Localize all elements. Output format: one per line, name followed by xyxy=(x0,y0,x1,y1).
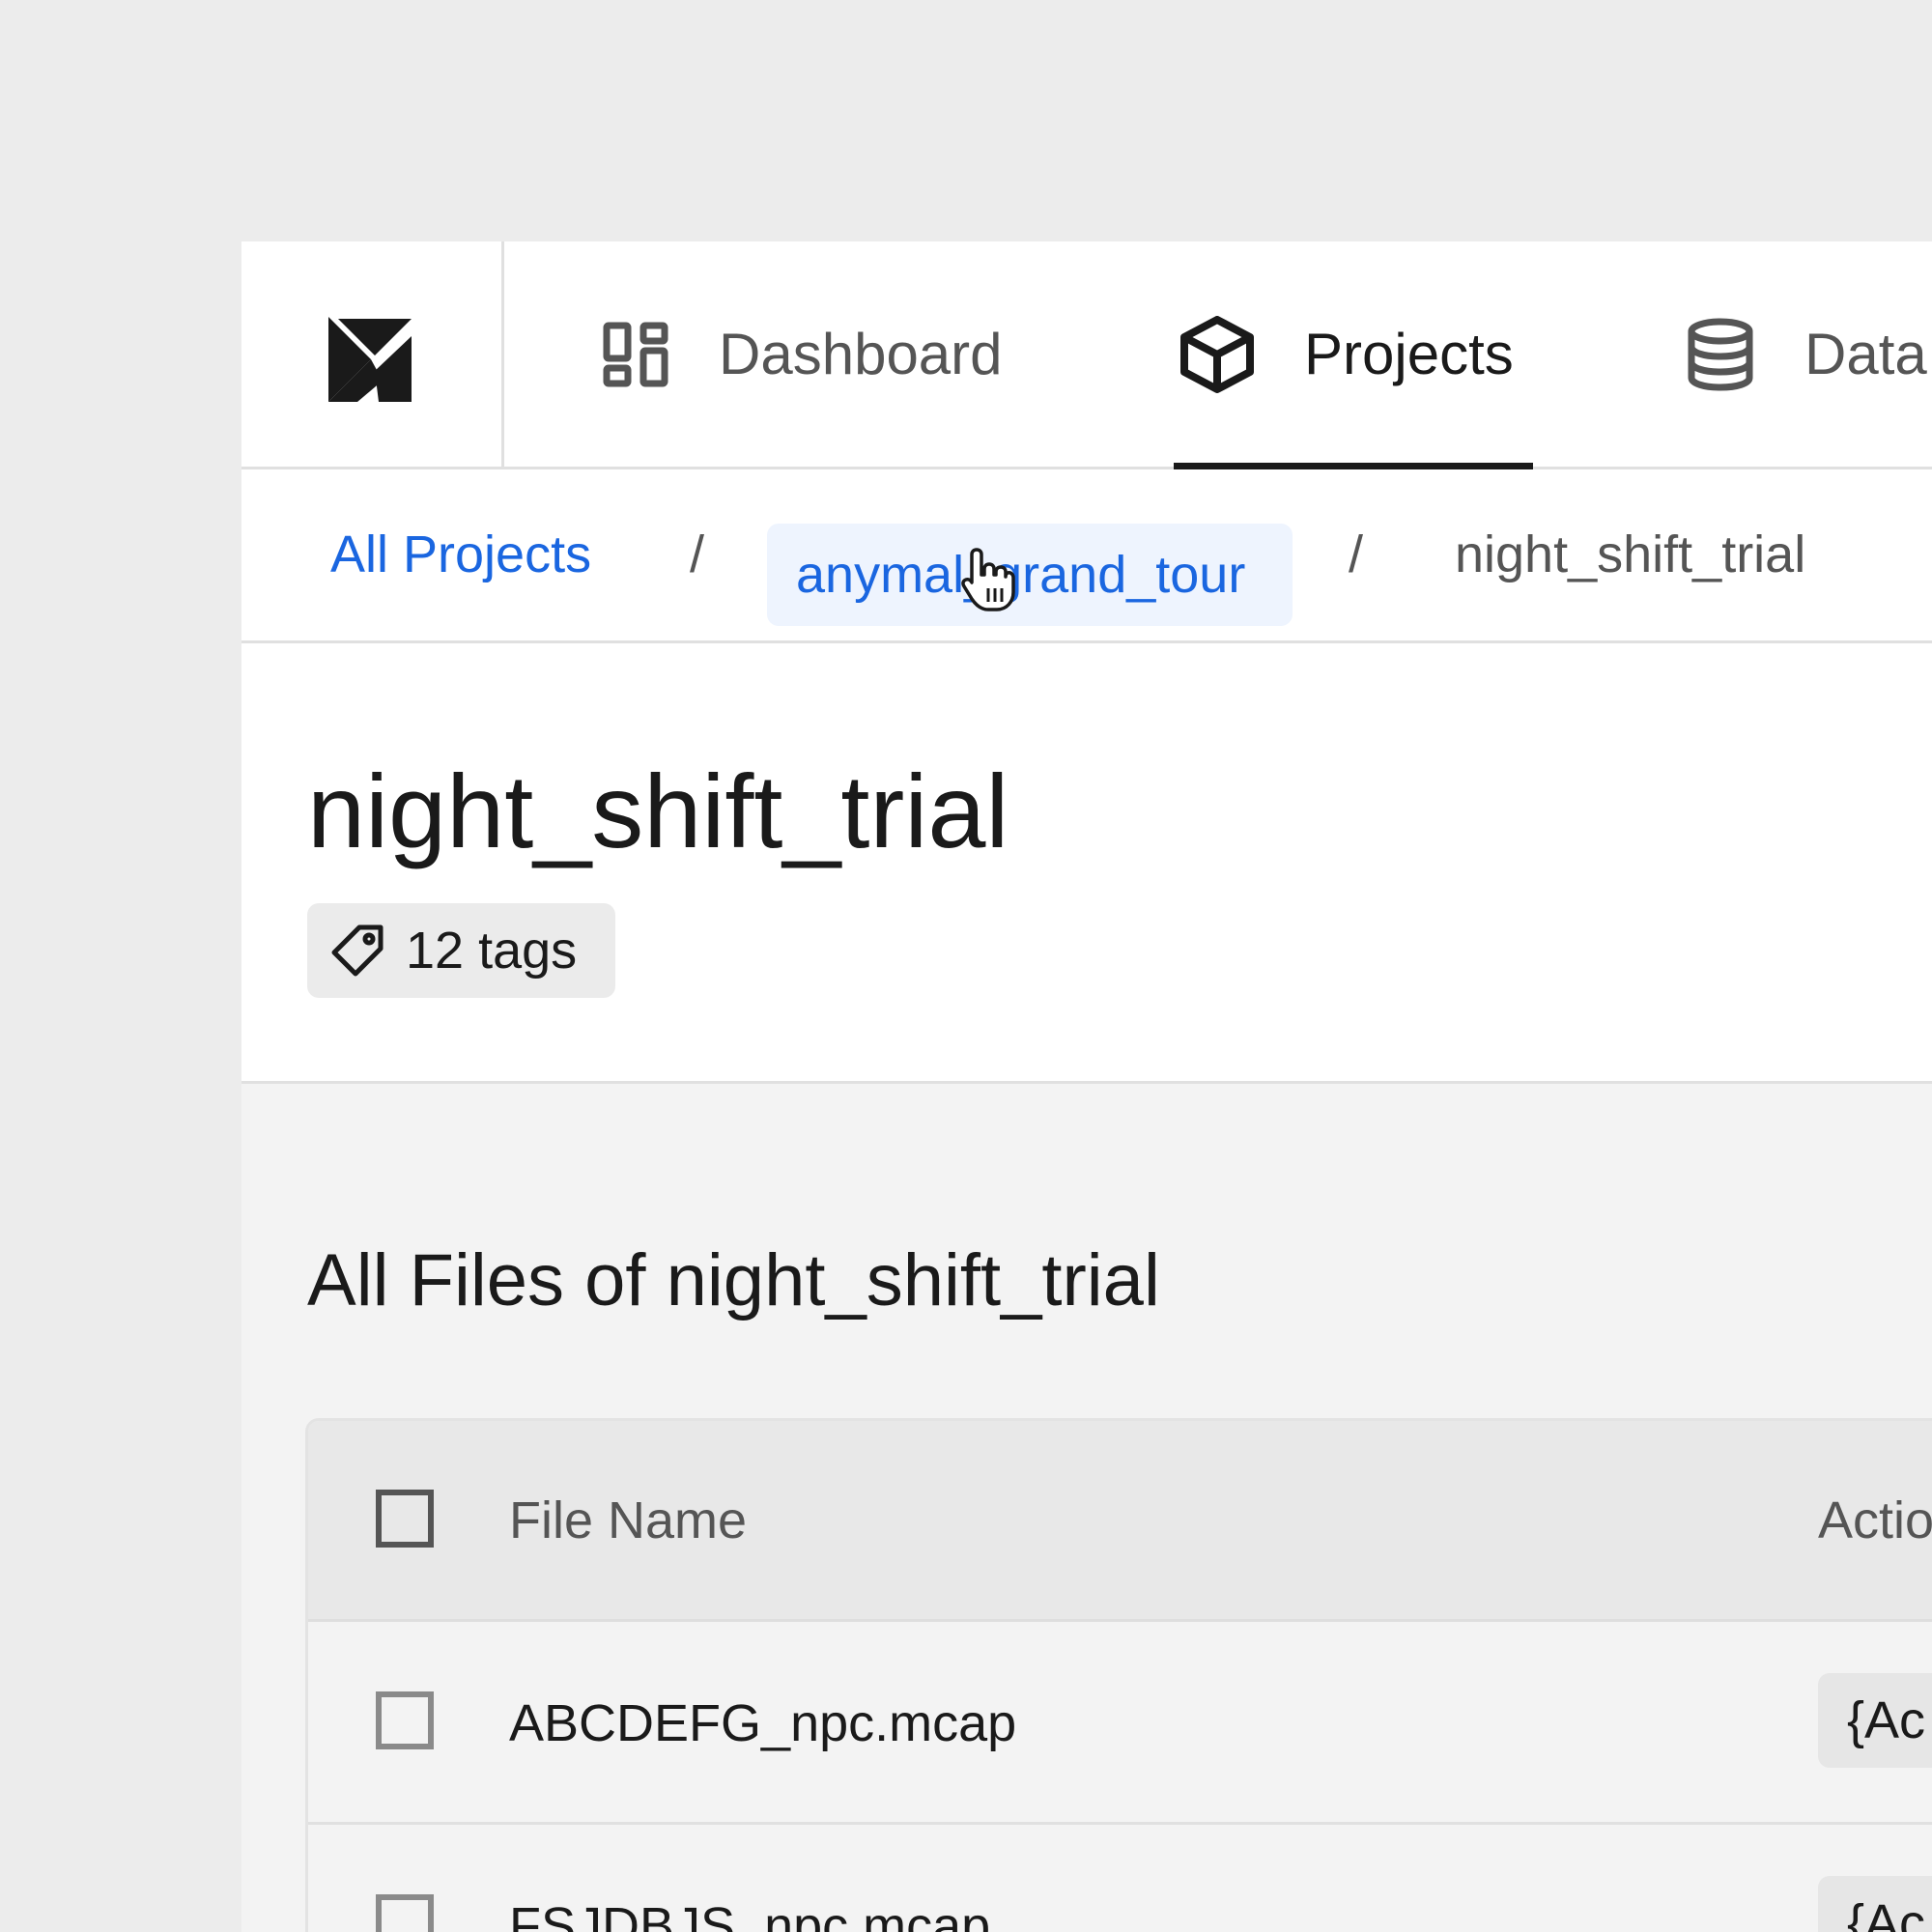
tags-badge[interactable]: 12 tags xyxy=(307,903,615,998)
nav-item-data[interactable]: Data xyxy=(1687,242,1927,467)
top-navigation: Dashboard Projects Data xyxy=(242,242,1932,469)
row-checkbox[interactable] xyxy=(376,1691,434,1749)
cube-icon xyxy=(1180,315,1254,393)
files-section-title: All Files of night_shift_trial xyxy=(307,1239,1160,1321)
select-all-checkbox[interactable] xyxy=(376,1490,434,1548)
breadcrumb-separator: / xyxy=(690,526,705,583)
hand-pointer-cursor-icon xyxy=(961,548,1015,611)
column-header-actions[interactable]: Actio xyxy=(1818,1494,1932,1547)
breadcrumb-current: night_shift_trial xyxy=(1455,526,1806,583)
breadcrumb-anymal-grand-tour[interactable]: anymal_grand_tour xyxy=(796,524,1245,626)
app-window: Dashboard Projects Data All Projects / / xyxy=(242,242,1932,1932)
dashboard-icon xyxy=(603,322,668,386)
column-header-file-name[interactable]: File Name xyxy=(509,1494,747,1547)
table-row[interactable]: ABCDEFG_npc.mcap {Ac xyxy=(308,1622,1932,1825)
database-icon xyxy=(1688,318,1753,391)
row-checkbox[interactable] xyxy=(376,1894,434,1932)
table-row[interactable]: FSJDBJS_npc.mcap {Ac xyxy=(308,1825,1932,1932)
tags-count-label: 12 tags xyxy=(406,922,578,980)
action-chip[interactable]: {Ac xyxy=(1818,1876,1932,1932)
table-header: File Name Actio xyxy=(308,1421,1932,1622)
action-chip[interactable]: {Ac xyxy=(1818,1673,1932,1768)
nav-label-dashboard: Dashboard xyxy=(719,322,1003,386)
app-logo-icon xyxy=(328,317,412,402)
breadcrumb-separator: / xyxy=(1349,526,1364,583)
tag-icon xyxy=(331,924,384,977)
nav-label-data: Data xyxy=(1804,322,1927,386)
files-table: File Name Actio ABCDEFG_npc.mcap {Ac FSJ… xyxy=(305,1418,1932,1932)
nav-item-dashboard[interactable]: Dashboard xyxy=(603,242,1003,467)
file-name-cell: ABCDEFG_npc.mcap xyxy=(509,1694,1017,1752)
logo-cell[interactable] xyxy=(242,242,504,467)
breadcrumb-all-projects[interactable]: All Projects xyxy=(330,469,591,640)
file-name-cell: FSJDBJS_npc.mcap xyxy=(509,1897,991,1932)
nav-item-projects[interactable]: Projects xyxy=(1180,242,1514,467)
project-header: night_shift_trial xyxy=(242,643,1932,1084)
nav-label-projects: Projects xyxy=(1304,322,1514,386)
page-title: night_shift_trial xyxy=(307,753,1009,869)
active-tab-indicator xyxy=(1174,463,1533,469)
